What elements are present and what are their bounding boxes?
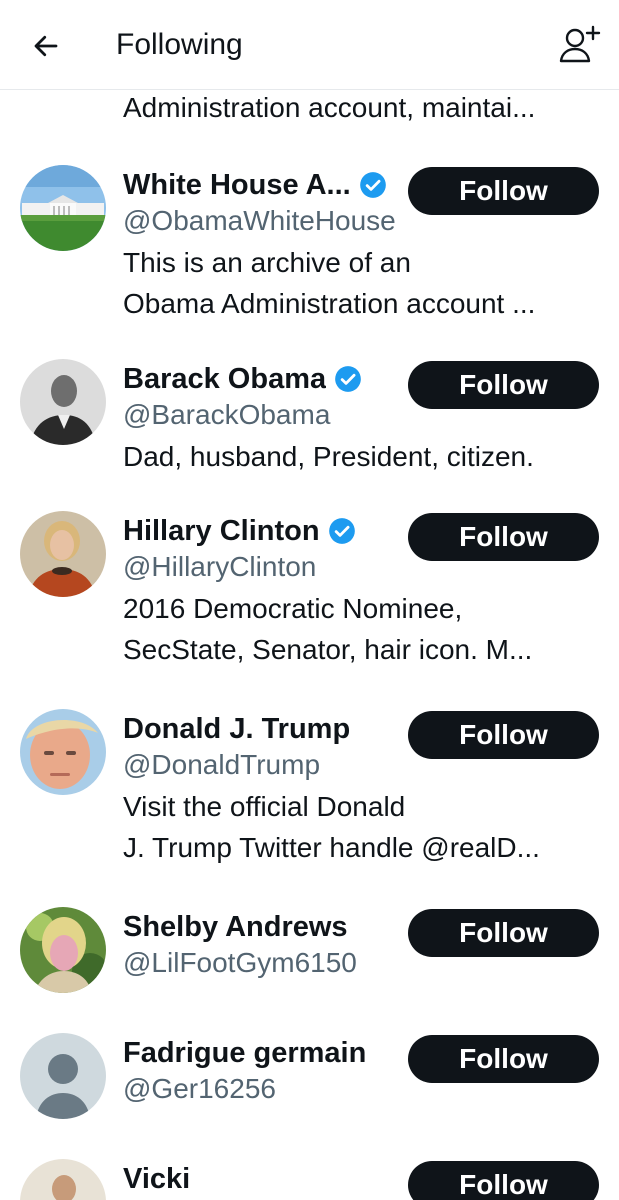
follow-button[interactable]: Follow — [408, 513, 599, 561]
verified-badge-icon — [328, 518, 355, 544]
follow-button[interactable]: Follow — [408, 909, 599, 957]
back-button[interactable] — [26, 24, 66, 68]
portrait-photo — [20, 709, 106, 795]
user-bio: 2016 Democratic Nominee, SecState, Senat… — [123, 588, 601, 670]
avatar[interactable] — [20, 359, 106, 445]
default-avatar-icon — [20, 1033, 106, 1119]
user-handle: @BarackObama — [123, 399, 331, 430]
follow-button[interactable]: Follow — [408, 167, 599, 215]
user-name-line: Vicki — [123, 1159, 190, 1199]
arrow-left-icon — [34, 35, 58, 57]
follow-button[interactable]: Follow — [408, 1161, 599, 1200]
follow-button[interactable]: Follow — [408, 1035, 599, 1083]
user-bio-truncated: Administration account, maintai... — [123, 92, 536, 123]
portrait-photo — [20, 511, 106, 597]
avatar[interactable] — [20, 1033, 106, 1119]
verified-badge-icon — [359, 172, 386, 198]
user-handle: @Ger16256 — [123, 1073, 276, 1104]
user-name-line: Shelby Andrews — [123, 907, 348, 947]
portrait-photo — [20, 1159, 106, 1200]
user-handle: @DonaldTrump — [123, 749, 321, 780]
following-list: Administration account, maintai... White… — [0, 91, 619, 1200]
portrait-photo — [20, 359, 106, 445]
avatar[interactable] — [20, 511, 106, 597]
user-name: Hillary Clinton — [123, 515, 320, 547]
user-bio: This is an archive of an Obama Administr… — [123, 242, 601, 324]
user-name: Barack Obama — [123, 363, 327, 395]
user-name: Donald J. Trump — [123, 713, 351, 745]
user-bio-line: 2016 Democratic Nominee, — [123, 593, 463, 624]
user-bio: Dad, husband, President, citizen. — [123, 436, 601, 477]
user-name-line: Fadrigue germain — [123, 1033, 366, 1073]
user-bio-line: Visit the official Donald — [123, 791, 406, 822]
user-bio-line: Dad, husband, President, citizen. — [123, 441, 534, 472]
user-bio-line: J. Trump Twitter handle @realD... — [123, 832, 540, 863]
page-title: Following — [116, 28, 243, 61]
white-house-photo — [20, 165, 106, 251]
user-name-line: Donald J. Trump — [123, 709, 350, 749]
user-bio-line: This is an archive of an — [123, 247, 411, 278]
user-bio-line: SecState, Senator, hair icon. M... — [123, 634, 533, 665]
top-bar: Following — [0, 0, 619, 90]
verified-badge-icon — [335, 366, 361, 392]
avatar[interactable] — [20, 165, 106, 251]
follow-button[interactable]: Follow — [408, 711, 599, 759]
user-handle: @LilFootGym6150 — [123, 947, 357, 978]
user-name-line: Barack Obama — [123, 359, 362, 399]
user-handle: @ObamaWhiteHouse — [123, 205, 396, 236]
portrait-photo — [20, 907, 106, 993]
user-name-line: Hillary Clinton — [123, 511, 356, 551]
avatar[interactable] — [20, 1159, 106, 1200]
user-name: Shelby Andrews — [123, 911, 348, 943]
avatar[interactable] — [20, 709, 106, 795]
avatar[interactable] — [20, 907, 106, 993]
user-name-line: White House A... — [123, 165, 387, 205]
user-name: White House A... — [123, 169, 351, 201]
user-name: Fadrigue germain — [123, 1037, 367, 1069]
user-name: Vicki — [123, 1163, 191, 1195]
add-user-button[interactable] — [556, 22, 604, 68]
user-bio-line: Obama Administration account ... — [123, 288, 536, 319]
add-user-icon — [559, 25, 601, 63]
user-bio: Visit the official Donald J. Trump Twitt… — [123, 786, 601, 868]
follow-button[interactable]: Follow — [408, 361, 599, 409]
user-handle: @HillaryClinton — [123, 551, 317, 582]
